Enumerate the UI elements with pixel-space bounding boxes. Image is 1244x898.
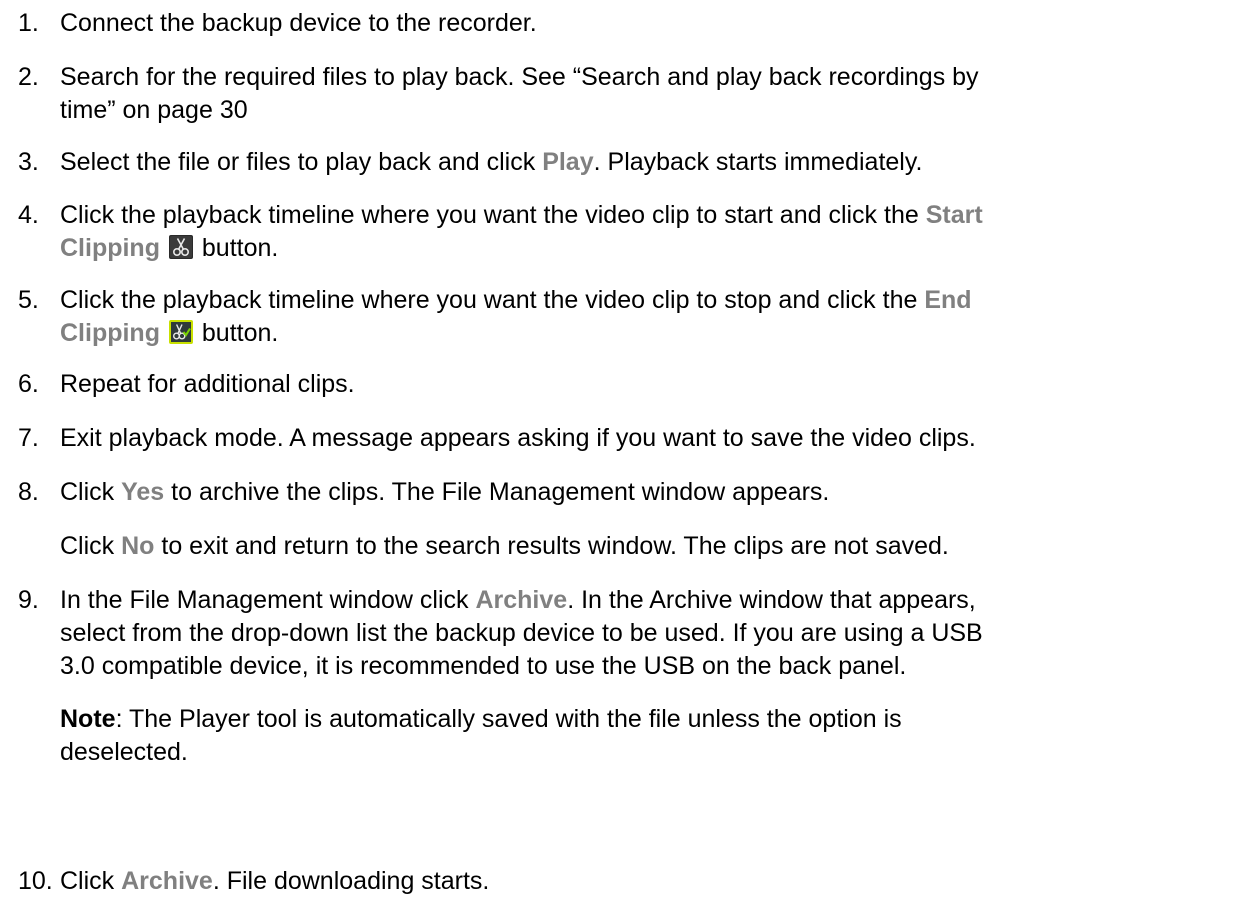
step-text-line: Search for the required files to play ba… — [60, 63, 979, 91]
step-text: In the File Management window click Arch… — [60, 584, 1240, 683]
text-run: button. — [194, 234, 279, 262]
step-number: 7. — [18, 424, 39, 452]
ui-term-archive: Archive — [475, 586, 568, 614]
step-number: 1. — [18, 9, 39, 37]
step-number: 4. — [18, 201, 39, 229]
step-text: Click Archive. File downloading starts. — [60, 865, 1240, 898]
ui-term-play: Play — [542, 148, 594, 176]
step-text: Exit playback mode. A message appears as… — [60, 424, 976, 452]
text-run: Click — [60, 532, 122, 560]
step-text: Select the file or files to play back an… — [60, 146, 1240, 179]
text-run: deselected. — [60, 738, 188, 766]
ui-term-yes: Yes — [121, 478, 165, 506]
step-number: 3. — [18, 148, 39, 176]
text-run: . File downloading starts. — [212, 867, 490, 895]
text-run: : The Player tool is automatically saved… — [115, 705, 902, 733]
ui-term-no: No — [121, 532, 155, 560]
scissors-check-icon — [168, 320, 193, 344]
ui-term-clipping: Clipping — [60, 234, 160, 262]
step-text-line: select from the drop-down list the backu… — [60, 619, 983, 647]
step-number: 8. — [18, 478, 39, 506]
note-label: Note — [60, 705, 116, 733]
text-run: to exit and return to the search results… — [154, 532, 949, 560]
text-run: Click the playback timeline where you wa… — [60, 201, 926, 229]
step-text-line: 3.0 compatible device, it is recommended… — [60, 652, 907, 680]
step-number: 9. — [18, 586, 39, 614]
text-run: Click the playback timeline where you wa… — [60, 286, 925, 314]
ui-term-clipping: Clipping — [60, 319, 160, 347]
step-text: Click Yes to archive the clips. The File… — [60, 476, 1240, 509]
document-page: 1. Connect the backup device to the reco… — [0, 0, 1244, 895]
step-text: Search for the required files to play ba… — [60, 61, 1240, 127]
text-run: . Playback starts immediately. — [593, 148, 923, 176]
ui-term-start: Start — [925, 201, 983, 229]
ui-term-archive: Archive — [121, 867, 213, 895]
ui-term-end: End — [924, 286, 972, 314]
text-run: button. — [194, 319, 279, 347]
step-number: 10. — [18, 867, 53, 895]
step-text: Click the playback timeline where you wa… — [60, 284, 1240, 350]
step-8-note: Click No to exit and return to the searc… — [60, 530, 1240, 563]
text-run: Click — [60, 478, 122, 506]
scissors-icon — [168, 235, 193, 259]
text-run: . In the Archive window that appears, — [567, 586, 976, 614]
text-run: to archive the clips. The File Managemen… — [164, 478, 830, 506]
step-number: 5. — [18, 286, 39, 314]
step-number: 2. — [18, 63, 39, 91]
text-run: In the File Management window click — [60, 586, 476, 614]
step-number: 6. — [18, 370, 39, 398]
text-run: Click — [60, 867, 122, 895]
step-text-line: time” on page 30 — [60, 96, 248, 124]
step-text: Click the playback timeline where you wa… — [60, 199, 1240, 265]
step-text: Connect the backup device to the recorde… — [60, 9, 537, 37]
step-text: Repeat for additional clips. — [60, 370, 355, 398]
text-run: Select the file or files to play back an… — [60, 148, 543, 176]
step-9-note: Note: The Player tool is automatically s… — [60, 703, 1240, 769]
